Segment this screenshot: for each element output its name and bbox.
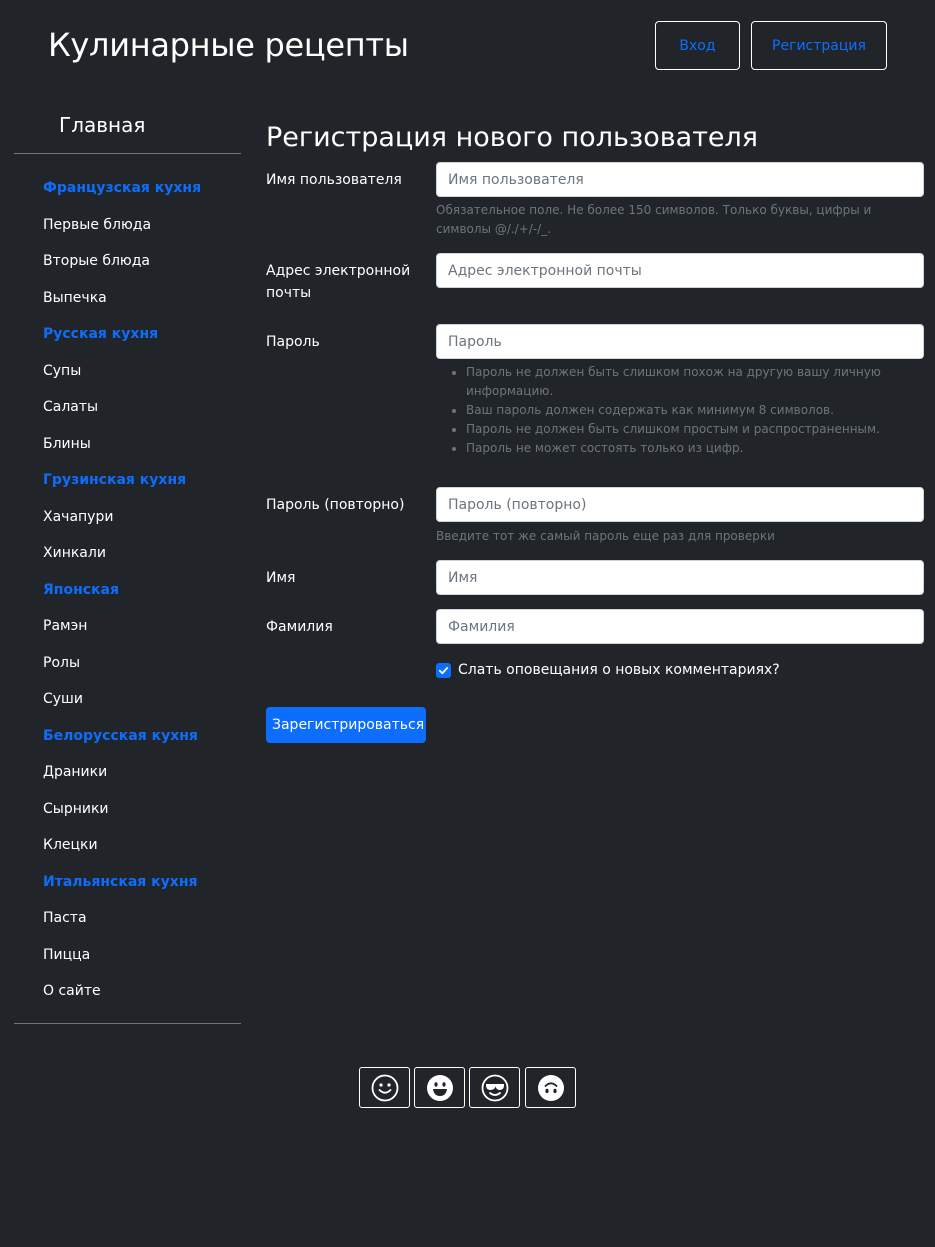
page-title: Регистрация нового пользователя [266, 122, 759, 153]
password-help-item: Пароль не должен быть слишком простым и … [466, 420, 916, 439]
register-button[interactable]: Регистрация [751, 21, 887, 70]
sidebar-category-link[interactable]: Русская кухня [43, 316, 201, 353]
last-name-input[interactable] [436, 609, 924, 644]
sidebar-item-link[interactable]: Хачапури [43, 499, 201, 536]
sidebar-item-link[interactable]: Паста [43, 900, 201, 937]
notify-checkbox-label[interactable]: Слать оповещания о новых комментариях? [458, 662, 780, 678]
sidebar-item-link[interactable]: Драники [43, 754, 201, 791]
first-name-input[interactable] [436, 560, 924, 595]
email-label: Адрес электронной почты [266, 263, 411, 301]
smile-theme-button[interactable] [359, 1067, 410, 1108]
email-input[interactable] [436, 253, 924, 288]
sidebar-item-link[interactable]: Сырники [43, 791, 201, 828]
last-name-label: Фамилия [266, 619, 333, 635]
sidebar-item-link[interactable]: Рамэн [43, 608, 201, 645]
username-input[interactable] [436, 162, 924, 197]
sidebar-menu: Французская кухня Первые блюда Вторые блюд… [43, 170, 201, 1010]
sidebar-item-link[interactable]: О сайте [43, 973, 201, 1010]
smile-icon [371, 1074, 398, 1101]
password-help-list: Пароль не должен быть слишком похож на д… [436, 363, 916, 458]
notify-checkbox-row: Слать оповещания о новых комментариях? [436, 660, 780, 680]
sidebar-category-link[interactable]: Французская кухня [43, 170, 201, 207]
sidebar-item-link[interactable]: Вторые блюда [43, 243, 201, 280]
password-input[interactable] [436, 324, 924, 359]
password-help-item: Пароль не может состоять только из цифр. [466, 439, 916, 458]
site-title[interactable]: Кулинарные рецепты [48, 22, 409, 68]
sidebar-item-link[interactable]: Блины [43, 426, 201, 463]
password-confirm-label: Пароль (повторно) [266, 497, 405, 513]
password-help-item: Ваш пароль должен содержать как минимум … [466, 401, 916, 420]
sidebar-item-link[interactable]: Супы [43, 353, 201, 390]
sidebar-item-link[interactable]: Клецки [43, 827, 201, 864]
sidebar-divider-top [14, 153, 241, 154]
sidebar-category-link[interactable]: Японская [43, 572, 201, 609]
upside-down-theme-button[interactable] [525, 1067, 576, 1108]
upside-down-face-icon [537, 1074, 564, 1101]
sidebar-item-link[interactable]: Ролы [43, 645, 201, 682]
password-confirm-help-text: Введите тот же самый пароль еще раз для … [436, 529, 775, 543]
grin-icon [426, 1074, 453, 1101]
password-help-item: Пароль не должен быть слишком похож на д… [466, 363, 916, 401]
username-help-text: Обязательное поле. Не более 150 символов… [436, 203, 872, 236]
submit-button[interactable]: Зарегистрироваться [266, 707, 426, 743]
notify-checkbox[interactable] [436, 662, 451, 678]
sunglasses-theme-button[interactable] [469, 1067, 520, 1108]
sidebar-item-link[interactable]: Пицца [43, 937, 201, 974]
sidebar-category-link[interactable]: Белорусская кухня [43, 718, 201, 755]
sidebar-category-link[interactable]: Грузинская кухня [43, 462, 201, 499]
password-confirm-input[interactable] [436, 487, 924, 522]
sidebar-item-link[interactable]: Выпечка [43, 280, 201, 317]
sidebar-item-link[interactable]: Салаты [43, 389, 201, 426]
sidebar-divider-bottom [14, 1023, 241, 1024]
sidebar-item-link[interactable]: Хинкали [43, 535, 201, 572]
sidebar-category-link[interactable]: Итальянская кухня [43, 864, 201, 901]
first-name-label: Имя [266, 570, 296, 586]
grin-theme-button[interactable] [414, 1067, 465, 1108]
check-icon [438, 666, 449, 674]
sunglasses-face-icon [481, 1074, 508, 1101]
sidebar-item-link[interactable]: Первые блюда [43, 207, 201, 244]
sidebar-home-link[interactable]: Главная [59, 113, 145, 137]
username-label: Имя пользователя [266, 172, 402, 188]
login-button[interactable]: Вход [655, 21, 740, 70]
password-label: Пароль [266, 334, 320, 350]
sidebar-item-link[interactable]: Суши [43, 681, 201, 718]
